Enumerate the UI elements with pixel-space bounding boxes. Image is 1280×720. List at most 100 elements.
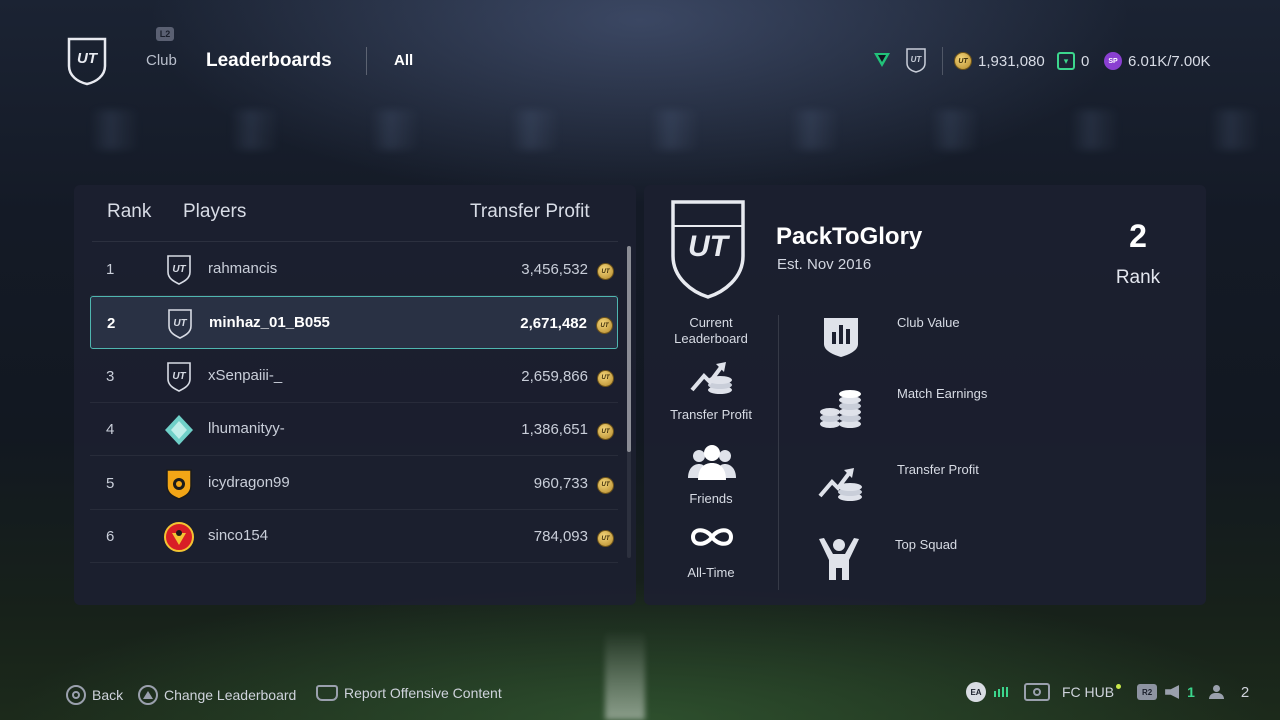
pitch-line-background	[605, 630, 645, 720]
row-player-name: sinco154	[208, 527, 269, 544]
coin-icon: UT	[597, 476, 614, 494]
option-transfer-profit[interactable]: Transfer Profit	[897, 462, 979, 477]
club-value-icon	[824, 318, 858, 357]
row-rank: 4	[106, 421, 115, 439]
scope-all-time-label[interactable]: All-Time	[664, 565, 758, 581]
row-transfer-profit: 3,456,532	[521, 261, 588, 278]
svg-text:UT: UT	[688, 230, 731, 263]
sp-balance: SP 6.01K/7.00K	[1104, 50, 1211, 72]
row-transfer-profit: 1,386,651	[521, 421, 588, 439]
ut-shield-icon: UT	[164, 254, 194, 286]
status-bar: EA FC HUB R2 1 2	[966, 681, 1249, 703]
row-transfer-profit: 2,659,866	[521, 367, 588, 385]
party-icon	[1208, 685, 1227, 699]
fc-points-value: 0	[1081, 52, 1090, 70]
transfer-profit-option-icon	[818, 468, 862, 501]
friends-icon	[688, 445, 736, 480]
transfer-profit-icon	[690, 362, 732, 394]
notification-dot	[1116, 683, 1122, 689]
scrollbar-thumb[interactable]	[627, 246, 631, 452]
fc-hub-label[interactable]: FC HUB	[1062, 684, 1114, 700]
row-player-name: xSenpaiii-_	[208, 366, 283, 384]
circle-button-icon	[66, 685, 86, 705]
coins-balance: UT 1,931,080	[954, 50, 1045, 72]
row-rank: 2	[107, 315, 116, 333]
leaderboard-row[interactable]: 1 UT rahmancis 3,456,532 UT	[90, 243, 618, 296]
coin-icon: UT	[954, 52, 972, 70]
change-leaderboard-hint[interactable]: Change Leaderboard	[138, 685, 296, 705]
column-header-players: Players	[183, 201, 247, 222]
stadium-lights-background	[0, 110, 1280, 150]
leaderboard-row[interactable]: 4 lhumanityy- 1,386,651 UT	[90, 403, 618, 457]
option-match-earnings[interactable]: Match Earnings	[897, 386, 987, 401]
svg-text:UT: UT	[173, 318, 187, 329]
row-rank: 3	[106, 367, 115, 385]
report-label: Report Offensive Content	[344, 685, 502, 701]
fc-points-balance: ▾ 0	[1057, 50, 1089, 72]
row-transfer-profit: 784,093	[533, 528, 588, 545]
ea-icon: EA	[966, 682, 986, 702]
club-badge-icon: UT	[671, 200, 745, 299]
header-divider	[92, 241, 618, 242]
camera-icon	[1024, 683, 1050, 701]
triangle-button-icon	[138, 685, 158, 705]
party-count: 2	[1240, 683, 1250, 701]
current-selection-label[interactable]: Transfer Profit	[664, 407, 758, 423]
top-bar: UT L2 Club Leaderboards All UT UT 1,931,…	[0, 0, 1280, 110]
ut-logo-icon[interactable]: UT	[66, 36, 108, 86]
coin-icon: UT	[597, 263, 614, 280]
man-utd-crest-icon	[164, 521, 194, 553]
back-hint[interactable]: Back	[66, 685, 123, 705]
row-rank: 5	[106, 474, 115, 492]
column-header-rank: Rank	[107, 201, 152, 222]
svg-text:UT: UT	[911, 55, 923, 64]
speaker-icon	[1165, 685, 1180, 699]
current-leaderboard-label: Current Leaderboard	[674, 315, 748, 346]
sp-icon: SP	[1104, 52, 1122, 70]
club-established: Est. Nov 2016	[777, 256, 872, 273]
svg-text:UT: UT	[77, 50, 99, 67]
option-top-squad[interactable]: Top Squad	[895, 537, 957, 552]
leaderboard-row[interactable]: 6 sinco154 784,093 UT	[90, 510, 618, 563]
row-player-name: rahmancis	[208, 260, 278, 277]
nav-tab-leaderboards[interactable]: Leaderboards	[206, 50, 332, 72]
currency-divider	[942, 47, 943, 75]
column-header-transfer-profit: Transfer Profit	[470, 201, 590, 222]
row-rank: 6	[106, 528, 115, 545]
top-squad-icon	[819, 538, 859, 580]
club-rank-label: Rank	[1115, 267, 1161, 288]
fc-points-icon: ▾	[1057, 52, 1075, 70]
row-transfer-profit: 960,733	[533, 474, 588, 492]
coins-value: 1,931,080	[978, 52, 1045, 70]
svg-text:UT: UT	[172, 371, 186, 382]
coin-stack-icon	[820, 390, 861, 428]
connection-signal-icon	[994, 687, 1008, 697]
ut-shield-icon: UT	[164, 361, 194, 393]
leaderboard-row[interactable]: 5 icydragon99 960,733 UT	[90, 457, 618, 510]
diamond-crest-icon	[164, 414, 194, 446]
row-player-name: icydragon99	[208, 473, 290, 491]
l2-button-hint: L2	[156, 27, 174, 41]
leaderboard-row[interactable]: 2 UT minhaz_01_B055 2,671,482 UT	[90, 296, 618, 350]
sp-value: 6.01K/7.00K	[1128, 52, 1211, 70]
r2-button-icon: R2	[1137, 684, 1158, 700]
row-rank: 1	[106, 261, 115, 278]
filter-all-tab[interactable]: All	[394, 52, 413, 69]
ut-small-icon: UT	[906, 48, 926, 73]
report-hint[interactable]: Report Offensive Content	[316, 685, 502, 701]
row-player-name: minhaz_01_B055	[209, 314, 330, 332]
scope-friends-label[interactable]: Friends	[664, 491, 758, 507]
leaderboard-row[interactable]: 3 UT xSenpaiii-_ 2,659,866 UT	[90, 350, 618, 403]
back-label: Back	[92, 687, 124, 703]
nav-tab-club[interactable]: Club	[146, 52, 177, 69]
online-count: 1	[1187, 684, 1195, 700]
club-name: PackToGlory	[776, 223, 923, 250]
ut-shield-icon: UT	[165, 308, 195, 340]
club-rank-value: 2	[1129, 218, 1147, 254]
options-divider	[778, 315, 779, 590]
coin-icon: UT	[597, 530, 614, 547]
infinity-icon	[690, 528, 734, 546]
option-club-value[interactable]: Club Value	[897, 315, 960, 330]
coin-icon: UT	[597, 369, 614, 387]
coin-icon: UT	[596, 317, 613, 335]
